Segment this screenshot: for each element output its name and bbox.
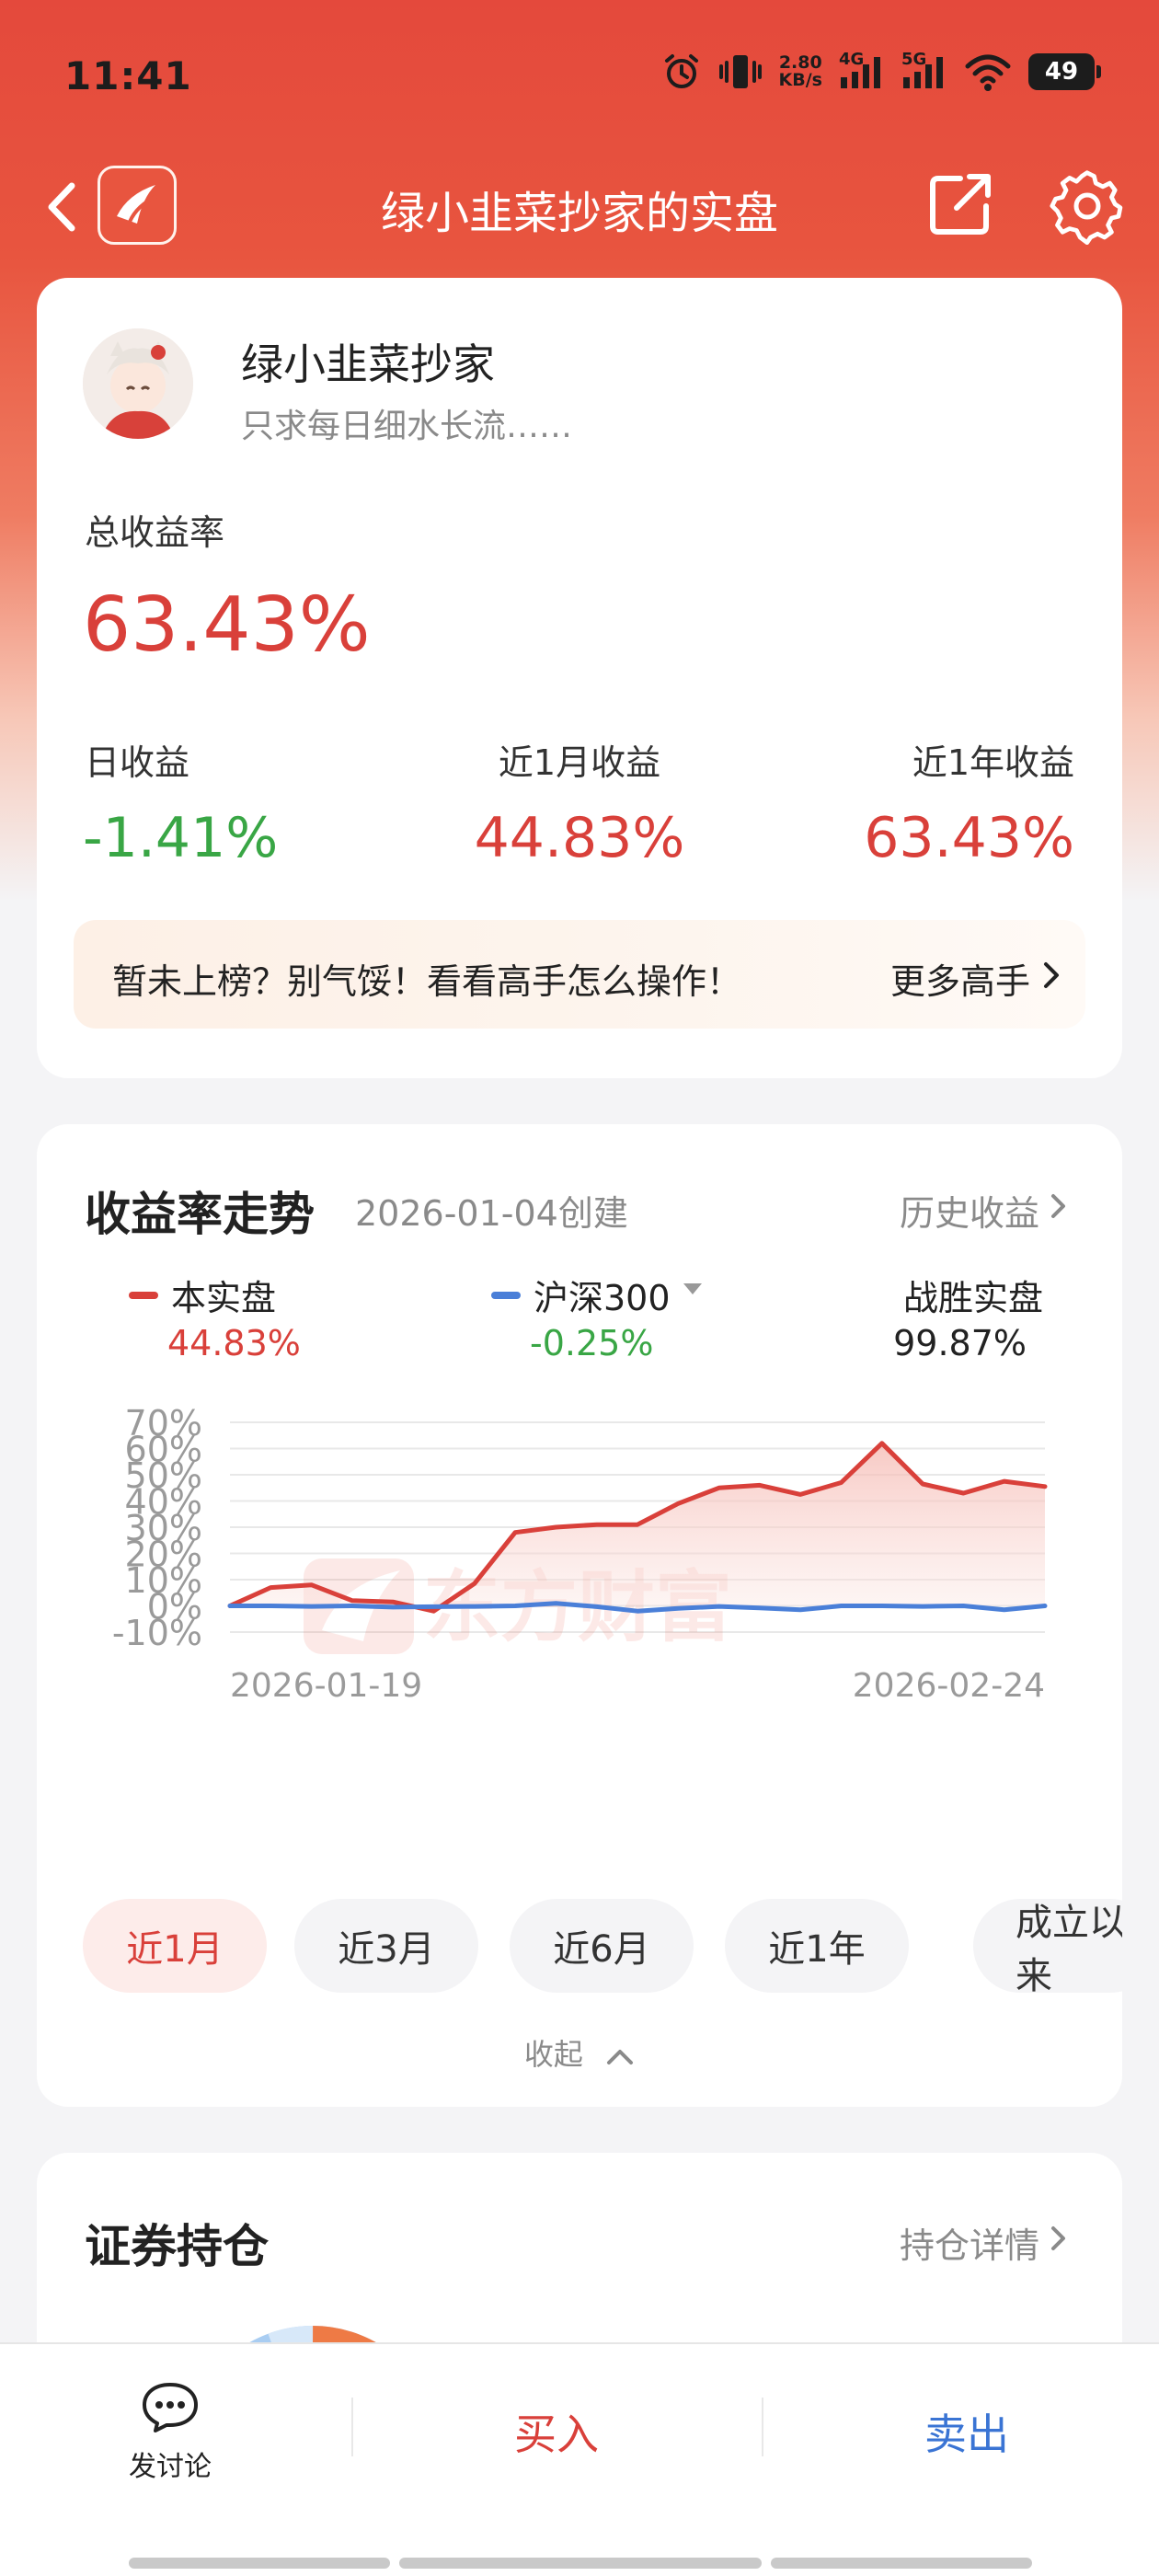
legend-csi300-name: 沪深300 — [534, 1278, 671, 1318]
network-speed: 2.80 KB/s — [779, 54, 822, 89]
wifi-icon — [965, 54, 1011, 91]
period-1m[interactable]: 近1月 — [83, 1899, 267, 1993]
app-logo-icon[interactable] — [98, 166, 177, 245]
legend-beat-name: 战胜实盘 — [902, 1278, 1043, 1318]
legend-portfolio-value: 44.83% — [167, 1323, 301, 1363]
chart-x-labels: 2026-01-19 2026-02-24 — [230, 1667, 1045, 1705]
buy-button[interactable]: 买入 — [359, 2390, 754, 2473]
chevron-up-icon — [607, 2050, 634, 2064]
legend-portfolio: 本实盘 — [129, 1270, 276, 1320]
bottom-action-bar: 发讨论 买入 卖出 — [0, 2342, 1159, 2576]
profile-name: 绿小韭菜抄家 — [241, 339, 495, 389]
discuss-label: 发讨论 — [129, 2451, 212, 2483]
gesture-bar — [399, 2558, 762, 2569]
caret-down-icon[interactable] — [683, 1282, 702, 1294]
gesture-bar — [129, 2558, 390, 2569]
period-6m[interactable]: 近6月 — [510, 1899, 694, 1993]
period-selector: 近1月 近3月 近6月 近1年 成立以来 — [83, 1899, 1122, 1995]
period-3m[interactable]: 近3月 — [294, 1899, 478, 1993]
gesture-bar — [771, 2558, 1032, 2569]
total-return-label: 总收益率 — [85, 512, 225, 553]
page-title: 绿小韭菜抄家的实盘 — [380, 188, 778, 239]
period-1y[interactable]: 近1年 — [725, 1899, 909, 1993]
nav-bar: 绿小韭菜抄家的实盘 — [0, 156, 1159, 258]
legend-csi300[interactable]: 沪深300 — [491, 1270, 702, 1320]
sell-button[interactable]: 卖出 — [769, 2390, 1159, 2473]
y-tick-label: -10% — [112, 1613, 202, 1653]
avatar[interactable] — [83, 328, 193, 439]
return-trend-card: 收益率走势 2026-01-04创建 历史收益 本实盘 44.83% 沪深300… — [37, 1124, 1122, 2107]
x-label-start: 2026-01-19 — [230, 1667, 422, 1705]
history-returns-link[interactable]: 历史收益 — [900, 1185, 1039, 1236]
total-return-value: 63.43% — [83, 581, 371, 669]
return-chart[interactable]: 70%60%50%40%30%20%10%0%-10% 东方财富 2026-01… — [37, 1400, 1122, 1768]
chat-bubble-icon — [143, 2383, 198, 2432]
collapse-toggle[interactable]: 收起 — [37, 2031, 1122, 2074]
settings-icon[interactable] — [1049, 167, 1126, 245]
back-icon[interactable] — [35, 175, 90, 239]
divider — [762, 2398, 763, 2456]
battery-icon: 49 — [1028, 53, 1101, 90]
period-since-inception[interactable]: 成立以来 — [973, 1899, 1122, 1995]
share-icon[interactable] — [924, 167, 997, 241]
promo-text: 暂未上榜？别气馁！看看高手怎么操作！ — [112, 961, 742, 1002]
signal-5g-icon: 5G — [901, 50, 947, 92]
x-label-end: 2026-02-24 — [853, 1667, 1045, 1705]
leaderboard-promo[interactable]: 暂未上榜？别气馁！看看高手怎么操作！ 更多高手 — [74, 920, 1085, 1029]
legend-csi300-value: -0.25% — [530, 1323, 654, 1363]
chevron-right-icon — [1051, 2226, 1065, 2250]
net-speed-unit: KB/s — [778, 70, 822, 90]
legend-beat-value: 99.87% — [893, 1323, 1027, 1363]
chevron-right-icon — [1044, 962, 1059, 988]
year-return-label: 近1年收益 — [912, 742, 1074, 783]
discuss-button[interactable]: 发讨论 — [92, 2381, 248, 2484]
divider — [351, 2398, 353, 2456]
status-bar: 11:41 2.80 KB/s 4G 5G 49 — [0, 0, 1159, 156]
legend-beat: 战胜实盘 — [903, 1270, 1043, 1320]
more-experts-link[interactable]: 更多高手 — [890, 953, 1030, 1004]
status-time: 11:41 — [64, 53, 192, 98]
profile-card: 绿小韭菜抄家 只求每日细水长流…… 总收益率 63.43% 日收益 -1.41%… — [37, 278, 1122, 1078]
status-icons: 2.80 KB/s 4G 5G 49 — [661, 50, 1101, 92]
year-return-value: 63.43% — [864, 806, 1074, 870]
chart-title: 收益率走势 — [85, 1188, 315, 1241]
holdings-detail-link[interactable]: 持仓详情 — [900, 2217, 1039, 2268]
signal-4g-icon: 4G — [839, 50, 885, 92]
legend-swatch-red — [129, 1291, 158, 1299]
legend-swatch-blue — [491, 1291, 521, 1299]
vibrate-icon — [718, 55, 762, 88]
profile-motto: 只求每日细水长流…… — [241, 408, 573, 445]
holdings-title: 证券持仓 — [85, 2220, 269, 2273]
collapse-label: 收起 — [523, 2037, 583, 2072]
chevron-right-icon — [1051, 1194, 1065, 1218]
alarm-icon — [664, 54, 698, 88]
legend-portfolio-name: 本实盘 — [171, 1278, 277, 1318]
created-date: 2026-01-04创建 — [355, 1193, 628, 1234]
